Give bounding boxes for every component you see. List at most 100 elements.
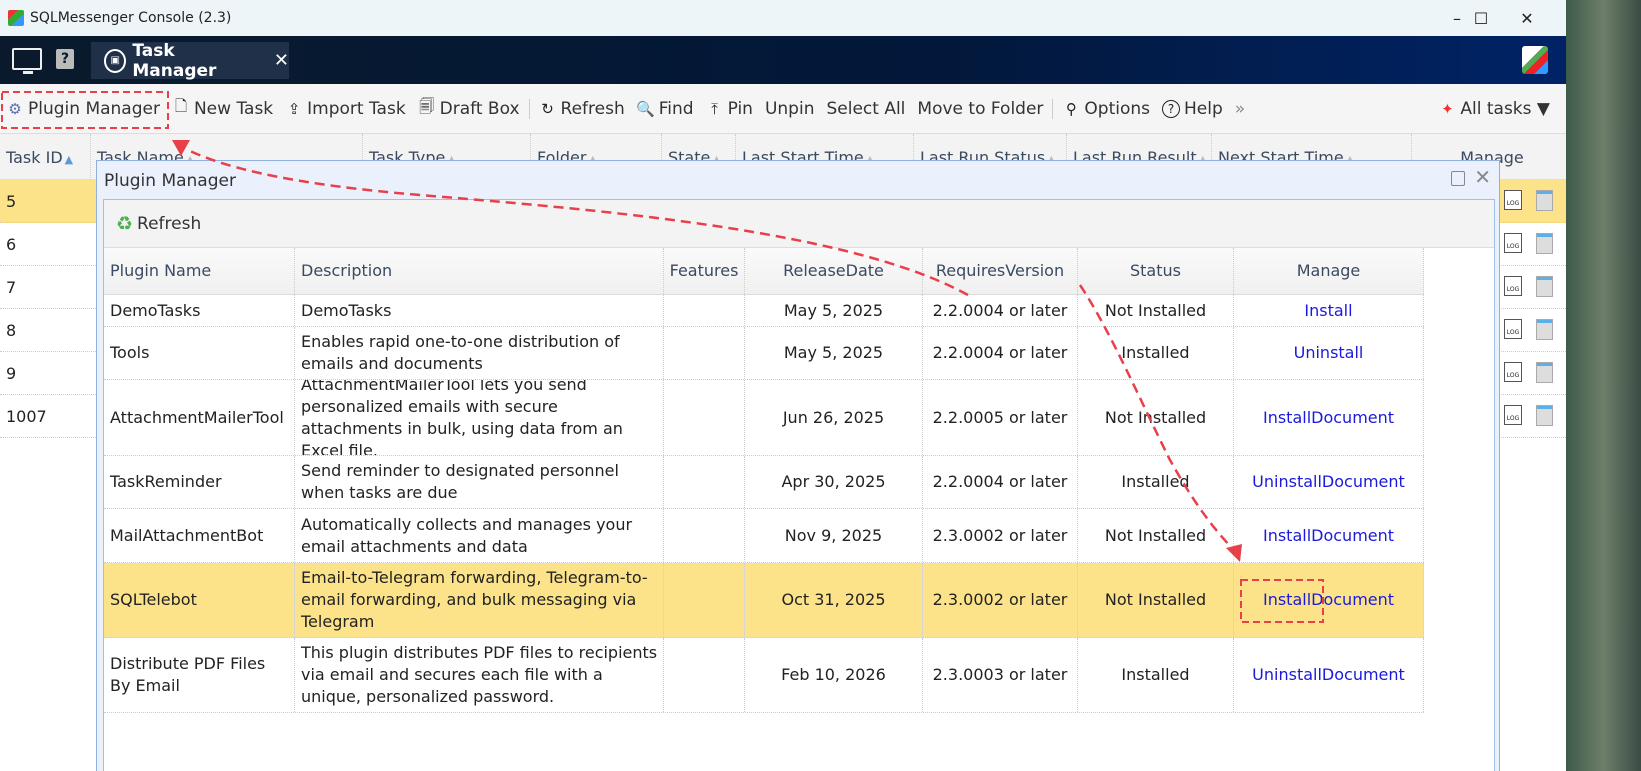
toolbar-button-label: Plugin Manager xyxy=(28,98,160,119)
monitor-icon[interactable] xyxy=(12,48,42,74)
plugin-name: DemoTasks xyxy=(104,295,295,326)
toolbar-button-label: Select All xyxy=(826,98,906,119)
refresh-icon: ♻ xyxy=(116,212,134,235)
plugin-table-header: Plugin Name Description Features ReleaseDat… xyxy=(104,248,1424,295)
plugin-row[interactable]: MailAttachmentBot Automatically collects … xyxy=(104,509,1424,563)
plugin-date: Feb 10, 2026 xyxy=(745,638,923,712)
tab-label: Task Manager xyxy=(132,40,217,81)
plugin-manage-cell: Install Document xyxy=(1234,509,1424,562)
plugin-manage-cell: Install xyxy=(1234,295,1424,326)
plugin-row[interactable]: SQLTelebot Email-to-Telegram forwarding, … xyxy=(104,563,1424,638)
uninstall-link[interactable]: Uninstall xyxy=(1252,664,1322,686)
plugin-manage-cell: Install Document xyxy=(1234,563,1424,637)
plugin-features xyxy=(664,380,745,455)
app-header: ? ▣ Task Manager ✕ xyxy=(0,36,1566,84)
plugin-ver: 2.2.0004 or later xyxy=(923,327,1078,379)
document-link[interactable]: Document xyxy=(1322,471,1405,493)
maximize-button[interactable]: ☐ xyxy=(1458,0,1504,36)
toolbar-button-label: Draft Box xyxy=(439,98,520,119)
plugin-manage-cell: Uninstall Document xyxy=(1234,638,1424,712)
toolbar-button-find[interactable]: 🔍 Find xyxy=(631,92,700,126)
tab-close-icon[interactable]: ✕ xyxy=(274,50,289,71)
toolbar-button-options[interactable]: ⚲ Options xyxy=(1056,92,1156,126)
maximize-icon[interactable] xyxy=(1451,171,1465,186)
toolbar-button-plugin-manager[interactable]: ⚙ Plugin Manager xyxy=(0,92,166,126)
sort-asc-icon: ▲ xyxy=(64,153,74,166)
document-icon[interactable] xyxy=(1536,190,1553,211)
plugin-row[interactable]: Tools Enables rapid one-to-one distributi… xyxy=(104,327,1424,380)
plugin-column-header-description[interactable]: Description xyxy=(295,248,664,294)
filter-icon: ✦ xyxy=(1441,100,1454,118)
log-icon[interactable]: LOG xyxy=(1504,405,1522,425)
toolbar-button-move-to-folder[interactable]: Move to Folder xyxy=(911,92,1049,126)
toolbar-button-unpin[interactable]: Unpin xyxy=(759,92,821,126)
column-header-task-id[interactable]: Task ID ▲ xyxy=(0,134,90,180)
document-link[interactable]: Document xyxy=(1311,525,1394,547)
task-filter-dropdown[interactable]: ✦ All tasks ▼ xyxy=(1432,92,1556,126)
tab-task-manager[interactable]: ▣ Task Manager ✕ xyxy=(91,40,289,81)
log-icon[interactable]: LOG xyxy=(1504,362,1522,382)
install-link[interactable]: Install xyxy=(1304,300,1352,322)
plugin-ver: 2.3.0002 or later xyxy=(923,563,1078,637)
document-link[interactable]: Document xyxy=(1311,589,1394,611)
uninstall-link[interactable]: Uninstall xyxy=(1252,471,1322,493)
plugin-column-header-requiresversion[interactable]: RequiresVersion xyxy=(923,248,1078,294)
document-icon[interactable] xyxy=(1536,276,1553,297)
toolbar-button-label: Options xyxy=(1084,98,1151,119)
plugin-desc: DemoTasks xyxy=(295,295,664,326)
refresh-button[interactable]: Refresh xyxy=(137,214,201,234)
plugin-name: Distribute PDF Files By Email xyxy=(104,638,295,712)
plugin-row[interactable]: TaskReminder Send reminder to designated … xyxy=(104,456,1424,509)
plugin-column-header-features[interactable]: Features xyxy=(664,248,745,294)
toolbar-button-label: Import Task xyxy=(307,98,406,119)
plugin-desc: Automatically collects and manages your … xyxy=(295,509,664,562)
document-icon[interactable] xyxy=(1536,362,1553,383)
brand-logo xyxy=(1522,46,1548,74)
plugin-column-header-releasedate[interactable]: ReleaseDate xyxy=(745,248,923,294)
toolbar-button-new-task[interactable]: 🗋 New Task xyxy=(166,92,279,126)
log-icon[interactable]: LOG xyxy=(1504,319,1522,339)
close-button[interactable]: ✕ xyxy=(1504,0,1550,36)
document-icon[interactable] xyxy=(1536,233,1553,254)
toolbar-button-refresh[interactable]: ↻ Refresh xyxy=(533,92,631,126)
toolbar-button-help[interactable]: ? Help xyxy=(1156,92,1229,126)
log-icon[interactable]: LOG xyxy=(1504,233,1522,253)
plugin-status: Not Installed xyxy=(1078,380,1234,455)
help-icon[interactable]: ? xyxy=(56,49,74,69)
plugin-desc: Send reminder to designated personnel wh… xyxy=(295,456,664,508)
toolbar-button--[interactable]: » xyxy=(1229,92,1251,126)
plugin-row[interactable]: AttachmentMailerTool AttachmentMailerTool… xyxy=(104,380,1424,456)
toolbar-button-import-task[interactable]: ⇪ Import Task xyxy=(279,92,412,126)
task-id: 8 xyxy=(6,321,17,340)
plugin-column-header-manage[interactable]: Manage xyxy=(1234,248,1424,294)
install-link[interactable]: Install xyxy=(1263,589,1311,611)
plugin-icon: ⚙ xyxy=(8,99,22,118)
plugin-status: Installed xyxy=(1078,456,1234,508)
plugin-row[interactable]: Distribute PDF Files By Email This plugin… xyxy=(104,638,1424,713)
plugin-date: May 5, 2025 xyxy=(745,295,923,326)
install-link[interactable]: Install xyxy=(1263,407,1311,429)
plugin-desc: Email-to-Telegram forwarding, Telegram-t… xyxy=(295,563,664,637)
task-id: 7 xyxy=(6,278,17,297)
plugin-column-header-status[interactable]: Status xyxy=(1078,248,1234,294)
log-icon[interactable]: LOG xyxy=(1504,276,1522,296)
plugin-row[interactable]: DemoTasks DemoTasks May 5, 2025 2.2.0004 or… xyxy=(104,295,1424,327)
toolbar-button-label: Find xyxy=(658,98,694,119)
toolbar-button-pin[interactable]: ⤒ Pin xyxy=(700,92,759,126)
install-link[interactable]: Install xyxy=(1263,525,1311,547)
document-link[interactable]: Document xyxy=(1322,664,1405,686)
document-icon[interactable] xyxy=(1536,405,1553,426)
plugin-status: Not Installed xyxy=(1078,563,1234,637)
plugin-manage-cell: Uninstall xyxy=(1234,327,1424,379)
document-link[interactable]: Document xyxy=(1311,407,1394,429)
document-icon[interactable] xyxy=(1536,319,1553,340)
plugin-manage-cell: Install Document xyxy=(1234,380,1424,455)
log-icon[interactable]: LOG xyxy=(1504,190,1522,210)
uninstall-link[interactable]: Uninstall xyxy=(1294,342,1364,364)
title-bar: SQLMessenger Console (2.3) – ☐ ✕ xyxy=(0,0,1566,36)
close-icon[interactable]: ✕ xyxy=(1474,165,1491,189)
toolbar-button-draft-box[interactable]: 🗐 Draft Box xyxy=(412,92,526,126)
toolbar-button-select-all[interactable]: Select All xyxy=(820,92,911,126)
plugin-column-header-plugin-name[interactable]: Plugin Name xyxy=(104,248,295,294)
plugin-features xyxy=(664,456,745,508)
